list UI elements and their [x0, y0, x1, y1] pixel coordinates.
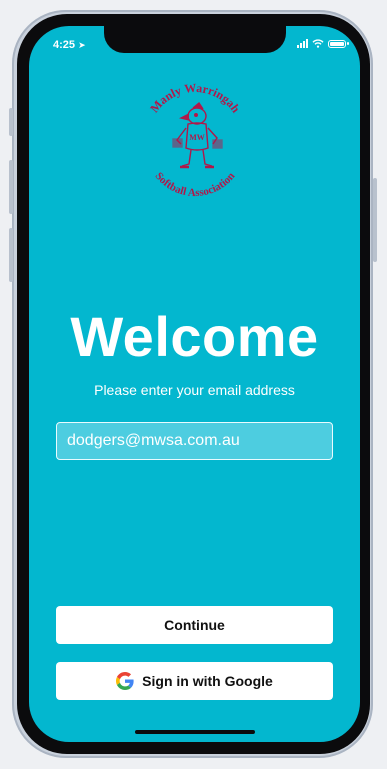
volume-up-button: [9, 160, 13, 214]
google-button-label: Sign in with Google: [142, 673, 273, 689]
power-button: [373, 178, 377, 262]
google-icon: [116, 672, 134, 690]
welcome-title: Welcome: [70, 305, 319, 368]
mwsa-logo: Manly Warringah Softball Association MW: [147, 81, 243, 199]
continue-button[interactable]: Continue: [56, 606, 333, 644]
logo-text-bottom: Softball Association: [153, 170, 238, 199]
home-indicator[interactable]: [135, 730, 255, 734]
volume-down-button: [9, 228, 13, 282]
logo-badge-text: MW: [189, 133, 205, 142]
svg-text:Manly Warringah: Manly Warringah: [147, 81, 243, 116]
location-arrow-icon: ➤: [78, 40, 86, 50]
battery-icon: [328, 39, 349, 48]
logo-text-top: Manly Warringah: [147, 81, 243, 116]
google-sign-in-button[interactable]: Sign in with Google: [56, 662, 333, 700]
signal-icon: [297, 39, 308, 48]
email-input[interactable]: [56, 422, 333, 460]
status-time: 4:25 ➤: [53, 39, 86, 51]
svg-text:Softball Association: Softball Association: [153, 170, 238, 199]
side-button: [9, 108, 13, 136]
notch: [104, 26, 286, 53]
email-prompt: Please enter your email address: [94, 382, 295, 398]
app-screen: 4:25 ➤ Manly Warringah Softball Associat…: [29, 26, 360, 742]
status-time-text: 4:25: [53, 39, 76, 51]
status-icons: [297, 39, 349, 48]
continue-button-label: Continue: [164, 617, 225, 633]
wifi-icon: [312, 39, 324, 48]
